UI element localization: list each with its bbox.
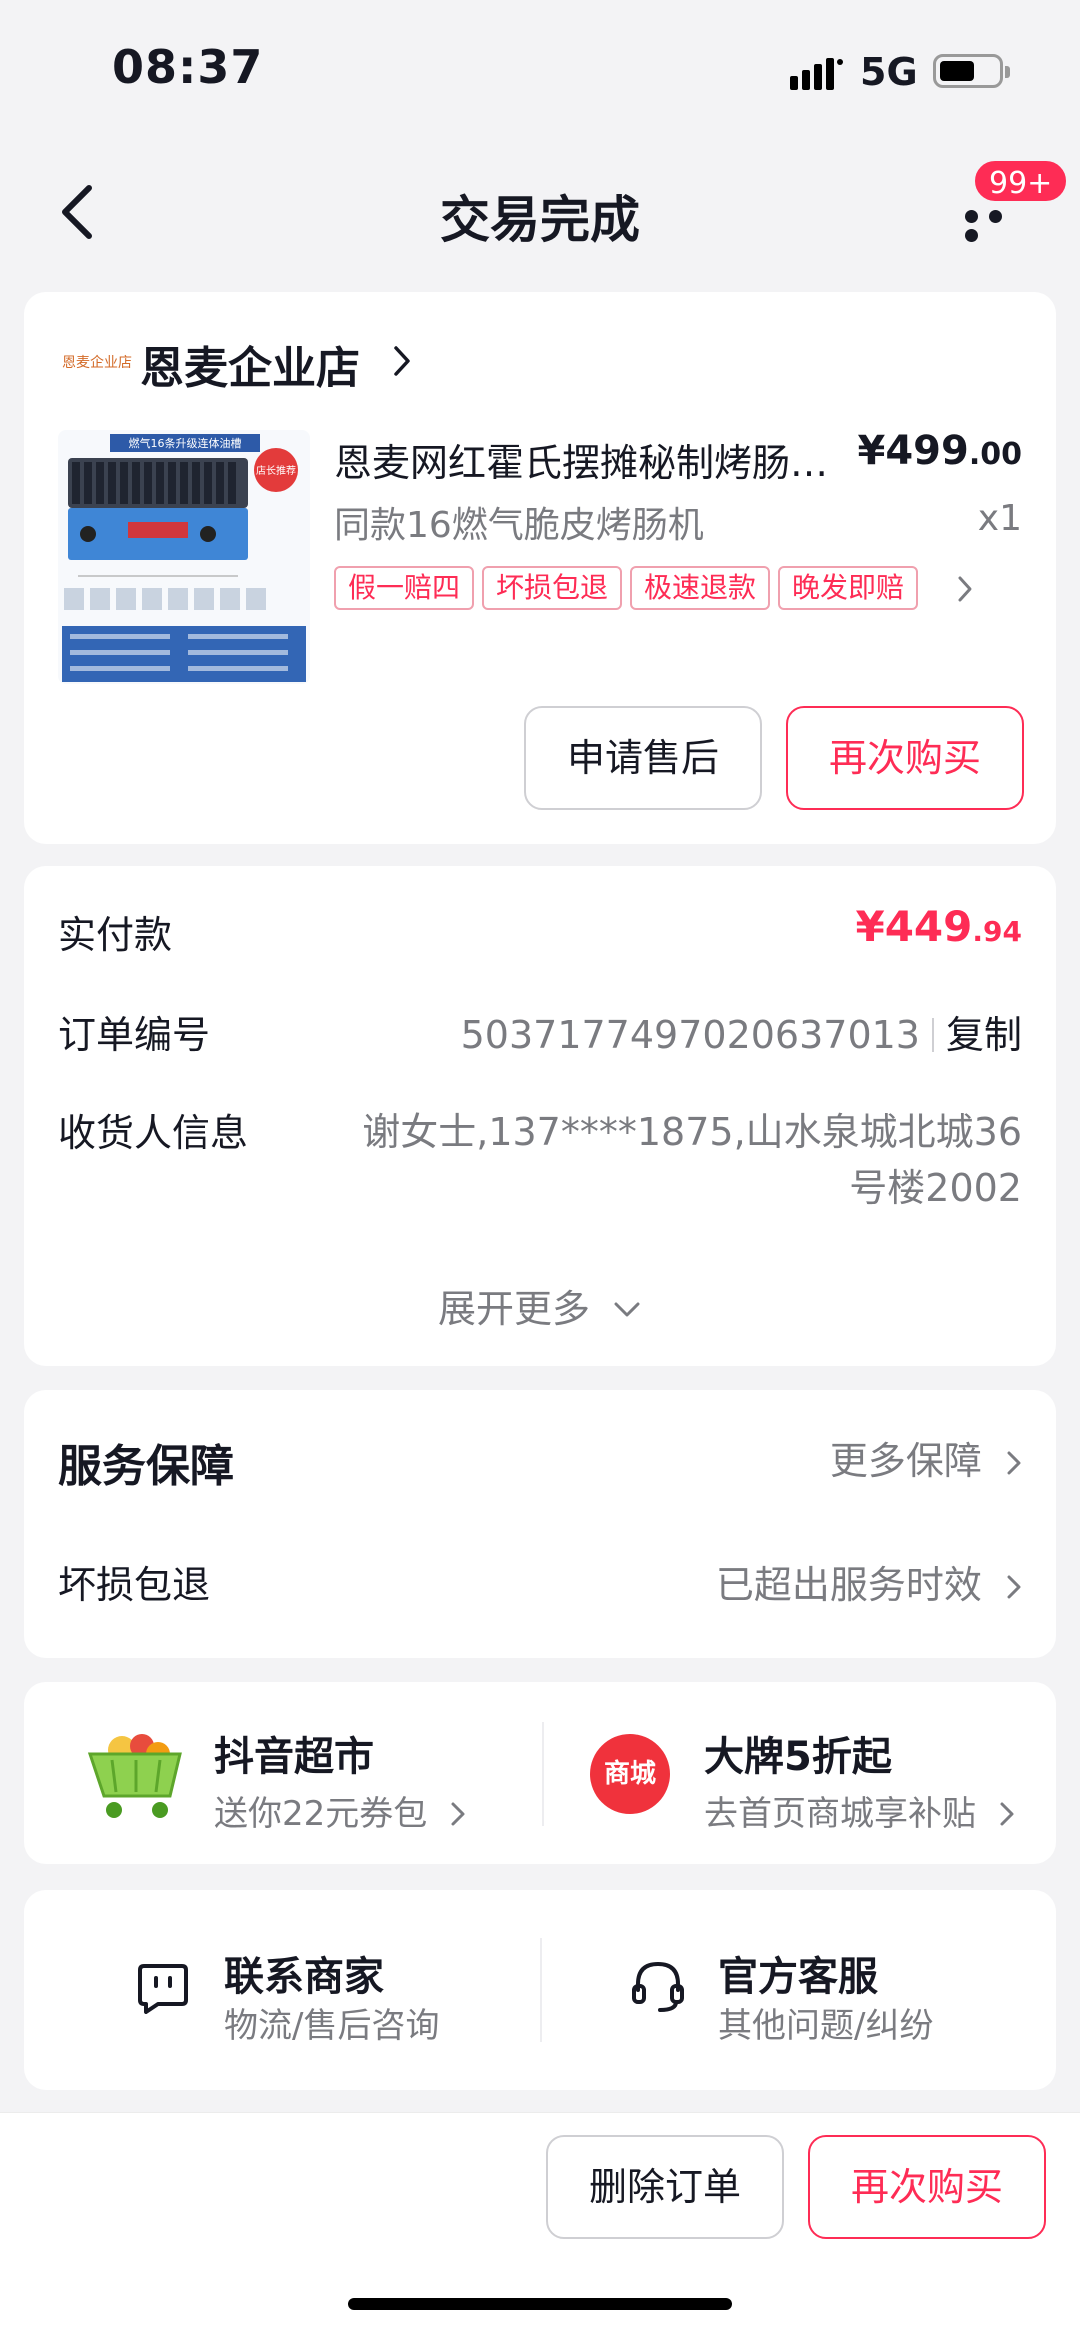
divider <box>542 1722 544 1826</box>
home-indicator[interactable] <box>348 2298 732 2310</box>
status-time: 08:37 <box>112 40 264 94</box>
order-number-row: 5037177497020637013 复制 <box>461 1004 1022 1059</box>
product-spec: 同款16燃气脆皮烤肠机 <box>334 505 704 546</box>
product-image-banner: 燃气16条升级连体油槽 <box>129 436 242 450</box>
delete-order-button[interactable]: 删除订单 <box>546 2135 784 2239</box>
tag-fast-refund: 极速退款 <box>630 566 771 610</box>
order-number: 5037177497020637013 <box>460 1013 920 1057</box>
official-support-title: 官方客服 <box>718 1954 878 2000</box>
product-image[interactable]: 燃气16条升级连体油槽 店长推荐 <box>58 430 310 684</box>
page-title: 交易完成 <box>440 191 640 249</box>
order-number-label: 订单编号 <box>58 1013 211 1057</box>
promo-mall-sub: 去首页商城享补贴 <box>704 1786 1015 1835</box>
expand-more-button[interactable]: 展开更多 <box>24 1278 1056 1333</box>
damage-return-label: 坏损包退 <box>58 1563 211 1607</box>
network-type: 5G <box>860 50 918 94</box>
signal-icon <box>790 58 843 90</box>
contact-merchant-title: 联系商家 <box>224 1954 384 2000</box>
service-title: 服务保障 <box>58 1441 234 1492</box>
service-tags[interactable]: 假一赔四 坏损包退 极速退款 晚发即赔 <box>334 566 926 610</box>
chevron-right-icon <box>451 1802 465 1826</box>
promo-supermarket-title: 抖音超市 <box>214 1734 374 1780</box>
paid-label: 实付款 <box>58 913 173 957</box>
notification-badge: 99+ <box>972 158 1070 204</box>
copy-button[interactable]: 复制 <box>946 1013 1022 1057</box>
tag-fake-compensation: 假一赔四 <box>334 566 475 610</box>
status-bar: 08:37 5G <box>0 0 1080 140</box>
product-quantity: x1 <box>977 498 1022 539</box>
product-price: ¥499.00 <box>857 428 1022 474</box>
product-card: 恩麦企业店 恩麦企业店 燃气16条升级连体油槽 店长推荐 恩麦网红霍氏摆摊秘制烤… <box>24 292 1056 844</box>
chevron-right-icon[interactable] <box>956 574 974 604</box>
service-guarantee-card: 服务保障 更多保障 坏损包退 已超出服务时效 <box>24 1390 1056 1658</box>
more-guarantee-link[interactable]: 更多保障 <box>830 1430 1022 1485</box>
shop-name[interactable]: 恩麦企业店 <box>140 332 360 396</box>
chevron-right-icon[interactable] <box>392 344 412 378</box>
paid-amount: ¥449.94 <box>855 902 1022 951</box>
order-info-card: 实付款 ¥449.94 订单编号 5037177497020637013 复制 收… <box>24 866 1056 1366</box>
chevron-down-icon <box>614 1302 640 1317</box>
bottom-rebuy-button[interactable]: 再次购买 <box>808 2135 1046 2239</box>
damage-return-status[interactable]: 已超出服务时效 <box>716 1554 1022 1609</box>
after-sale-button[interactable]: 申请售后 <box>524 706 762 810</box>
contact-card: 联系商家 物流/售后咨询 官方客服 其他问题/纠纷 <box>24 1890 1056 2090</box>
rebuy-button[interactable]: 再次购买 <box>786 706 1024 810</box>
tag-damage-return: 坏损包退 <box>482 566 623 610</box>
nav-bar: 交易完成 99+ <box>0 150 1080 270</box>
mall-icon: 商城 <box>590 1734 670 1814</box>
promo-card: 抖音超市 送你22元券包 商城 大牌5折起 去首页商城享补贴 <box>24 1682 1056 1864</box>
battery-icon <box>933 54 1010 88</box>
more-menu-icon[interactable] <box>965 208 1035 242</box>
contact-merchant-sub: 物流/售后咨询 <box>224 2006 440 2046</box>
shop-logo: 恩麦企业店 <box>62 355 132 371</box>
chevron-right-icon <box>1007 1451 1021 1475</box>
shopping-cart-icon <box>87 1734 182 1818</box>
product-image-seal: 店长推荐 <box>256 464 296 477</box>
receiver-label: 收货人信息 <box>58 1111 249 1155</box>
promo-supermarket-sub: 送你22元券包 <box>214 1786 466 1835</box>
chevron-right-icon <box>1007 1575 1021 1599</box>
tag-late-compensation: 晚发即赔 <box>778 566 919 610</box>
receiver-info: 谢女士,137****1875,山水泉城北城36 号楼2002 <box>362 1110 1022 1210</box>
product-title[interactable]: 恩麦网红霍氏摆摊秘制烤肠机摆摊商用 <box>334 432 844 487</box>
headset-icon <box>632 1961 684 2012</box>
chat-icon <box>138 1964 188 2014</box>
official-support-sub: 其他问题/纠纷 <box>718 2006 934 2046</box>
chevron-right-icon <box>1000 1802 1014 1826</box>
divider <box>540 1938 542 2042</box>
promo-mall-title: 大牌5折起 <box>704 1734 892 1780</box>
